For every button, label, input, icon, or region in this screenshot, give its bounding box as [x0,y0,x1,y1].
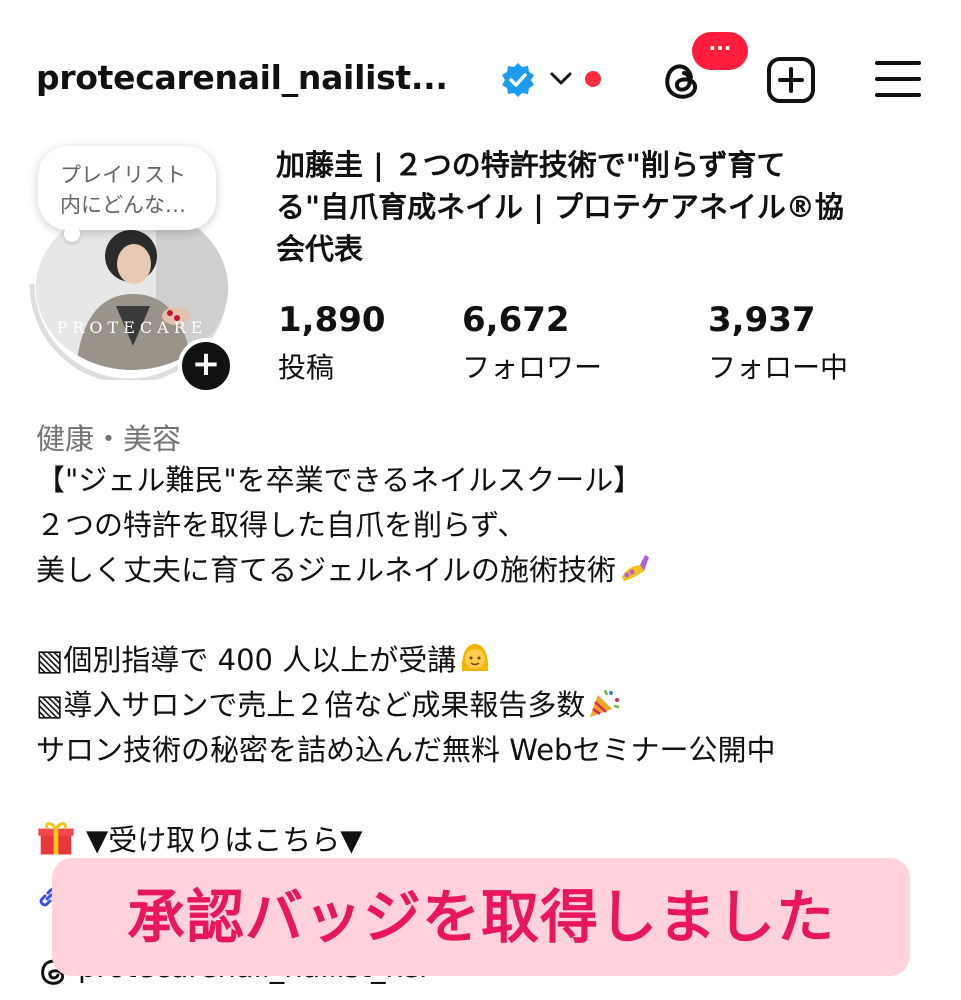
chevron-down-icon[interactable] [549,70,573,88]
display-name-line: 会代表 [276,232,364,266]
party-popper-icon [590,689,620,717]
nail-polish-icon [622,555,650,581]
add-story-button[interactable]: + [178,338,234,394]
followers-label[interactable]: フォロワー [462,346,602,386]
note-bubble-line1: プレイリスト [60,163,186,187]
bio-line: 【"ジェル難民"を卒業できるネイルスクール】 [36,463,643,497]
woman-face-icon [462,644,489,671]
verified-badge-icon [502,63,534,97]
threads-notification-badge: ··· [692,32,748,70]
posts-label[interactable]: 投稿 [278,346,334,386]
followers-count[interactable]: 6,672 [462,300,570,340]
profile-bio: 【"ジェル難民"を卒業できるネイルスクール】 ２つの特許を取得した自爪を削らず、… [36,458,936,863]
gift-icon [38,822,74,855]
bio-line [36,593,936,638]
bio-line: サロン技術の秘密を詰め込んだ無料 Webセミナー公開中 [36,733,776,767]
following-label[interactable]: フォロー中 [708,346,848,386]
profile-username[interactable]: protecarenail_nailist... [36,58,448,97]
bio-line [36,773,936,818]
bio-line: ２つの特許を取得した自爪を削らず、 [36,508,527,542]
notification-dot [585,71,601,87]
note-bubble[interactable]: プレイリスト 内にどんな… [38,146,216,230]
bio-line: ▧個別指導で 400 人以上が受講 [36,638,936,683]
note-bubble-tail [64,226,80,242]
display-name-line: 加藤圭 | ２つの特許技術で"削らず育て [276,148,786,182]
profile-category: 健康・美容 [36,422,182,456]
note-bubble-line2: 内にどんな… [60,193,186,217]
avatar-watermark: PROTECARE [56,318,208,337]
bio-line: 美しく丈夫に育てるジェルネイルの施術技術 [36,548,936,593]
overlay-banner-text: 承認バッジを取得しました [126,883,835,951]
display-name-line: る"自爪育成ネイル | プロテケアネイル®協 [276,190,844,224]
following-count[interactable]: 3,937 [708,300,816,340]
hamburger-menu-icon[interactable] [874,58,922,100]
bio-line: ▼受け取りはこちら▼ [36,818,936,863]
profile-display-name: 加藤圭 | ２つの特許技術で"削らず育て る"自爪育成ネイル | プロテケアネイ… [276,144,926,270]
create-post-icon[interactable] [766,56,818,104]
posts-count[interactable]: 1,890 [278,300,386,340]
bio-line: ▧導入サロンで売上２倍など成果報告多数 [36,683,936,728]
